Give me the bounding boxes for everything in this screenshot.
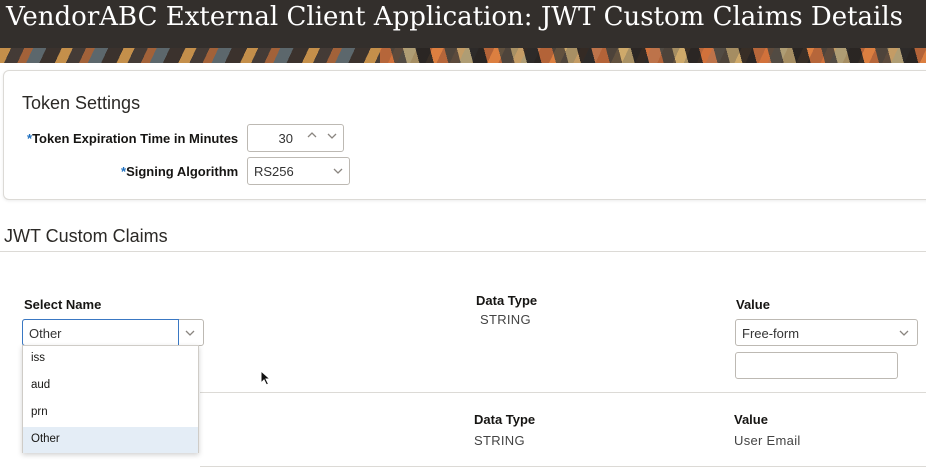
data-type-value-2: STRING <box>474 433 525 448</box>
value-label: Value <box>736 297 770 312</box>
option-aud[interactable]: aud <box>23 373 198 399</box>
data-type-label-2: Data Type <box>474 412 536 427</box>
signing-algorithm-value: RS256 <box>254 164 294 179</box>
option-other[interactable]: Other <box>23 427 198 453</box>
signing-algorithm-label: *Signing Algorithm <box>121 164 239 179</box>
value-label-2: Value <box>734 412 768 427</box>
row-divider <box>200 392 926 393</box>
page-header: VendorABC External Client Application: J… <box>0 0 926 63</box>
chevron-down-icon[interactable] <box>185 328 195 341</box>
value-type-value: Free-form <box>742 326 800 341</box>
header-decoration-2 <box>380 48 926 63</box>
select-name-value: Other <box>29 326 62 341</box>
expiration-value[interactable]: 30 <box>279 131 293 146</box>
value-input[interactable] <box>735 352 898 379</box>
signing-algorithm-select[interactable]: RS256 <box>247 157 350 185</box>
section-divider <box>0 251 926 252</box>
select-name-label: Select Name <box>24 297 102 312</box>
data-type-value: STRING <box>480 312 531 327</box>
token-settings-title: Token Settings <box>22 93 141 113</box>
option-iss[interactable]: iss <box>23 346 198 372</box>
expiration-label: *Token Expiration Time in Minutes <box>27 131 239 146</box>
chevron-down-icon[interactable] <box>327 131 337 144</box>
value-type-select[interactable]: Free-form <box>735 319 918 346</box>
expiration-stepper[interactable]: 30 <box>247 124 344 152</box>
chevron-down-icon[interactable] <box>899 328 909 341</box>
chevron-up-icon[interactable] <box>307 130 317 143</box>
option-prn[interactable]: prn <box>23 400 198 426</box>
data-type-label: Data Type <box>476 293 538 308</box>
jwt-claims-title: JWT Custom Claims <box>4 226 168 246</box>
page-title: VendorABC External Client Application: J… <box>6 2 904 32</box>
value-value-2: User Email <box>734 433 801 448</box>
chevron-down-icon[interactable] <box>333 166 343 179</box>
row-divider-2 <box>200 466 926 467</box>
select-name-options: iss aud prn Other <box>22 345 199 453</box>
select-name-field[interactable]: Other <box>22 319 179 346</box>
select-name-dropdown[interactable]: Other <box>22 319 204 346</box>
token-settings-card: Token Settings *Token Expiration Time in… <box>3 70 926 200</box>
mouse-pointer-icon <box>260 369 272 391</box>
